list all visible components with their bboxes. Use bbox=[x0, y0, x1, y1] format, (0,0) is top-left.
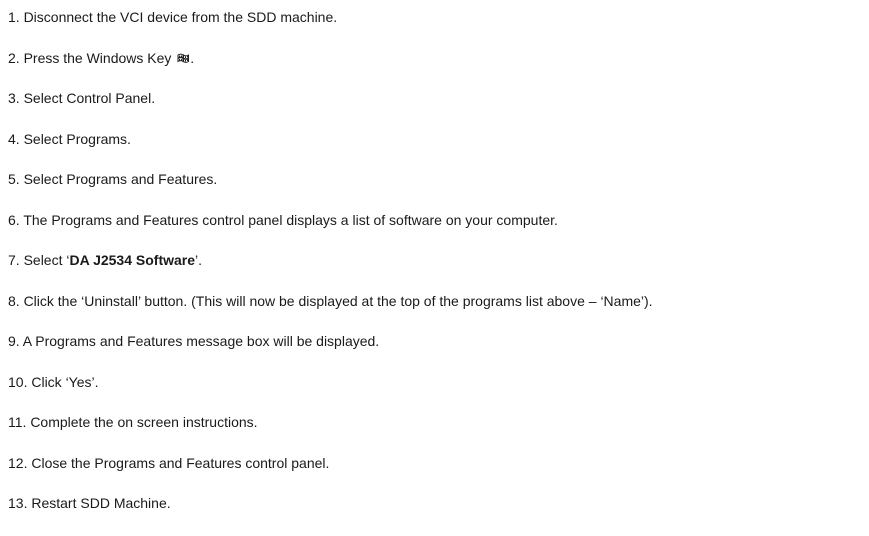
step-9: 9. A Programs and Features message box w… bbox=[8, 333, 380, 349]
instruction-list: 1. Disconnect the VCI device from the SD… bbox=[8, 9, 863, 536]
step-8: 8. Click the ‘Uninstall’ button. (This w… bbox=[8, 292, 653, 309]
windows-key-icon bbox=[177, 51, 190, 67]
step-7-text: 7. Select ‘ bbox=[8, 252, 70, 268]
step-7-suffix: ’. bbox=[195, 252, 203, 268]
software-name: DA J2534 Software bbox=[69, 252, 196, 268]
step-7: 7. Select ‘DA J2534 Software’. bbox=[8, 252, 863, 268]
step-6: 6. The Programs and Features control pan… bbox=[8, 211, 558, 228]
step-3: 3. Select Control Panel. bbox=[8, 90, 156, 106]
step-5: 5. Select Programs and Features. bbox=[8, 171, 218, 187]
step-12: 12. Close the Programs and Features cont… bbox=[8, 454, 330, 471]
step-13: 13. Restart SDD Machine. bbox=[8, 495, 171, 511]
step-2-text: 2. Press the Windows Key bbox=[8, 49, 176, 66]
step-2: 2. Press the Windows Key . bbox=[8, 50, 863, 66]
step-1: 1. Disconnect the VCI device from the SD… bbox=[8, 9, 338, 25]
step-4: 4. Select Programs. bbox=[8, 130, 131, 147]
step-11: 11. Complete the on screen instructions. bbox=[8, 414, 258, 430]
step-2-suffix: . bbox=[190, 49, 195, 66]
step-10: 10. Click ‘Yes’. bbox=[8, 373, 99, 390]
